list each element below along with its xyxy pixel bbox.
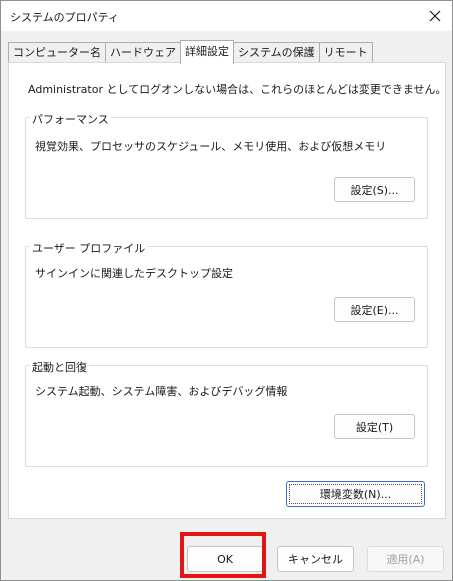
cancel-button[interactable]: キャンセル (277, 546, 354, 572)
performance-settings-button[interactable]: 設定(S)... (334, 177, 415, 202)
startup-recovery-title: 起動と回復 (30, 359, 89, 375)
user-profiles-group: ユーザー プロファイル サインインに関連したデスクトップ設定 設定(E)... (25, 240, 428, 348)
performance-title: パフォーマンス (30, 111, 111, 127)
user-profiles-settings-button[interactable]: 設定(E)... (334, 297, 415, 322)
tab-computer-name[interactable]: コンピューター名 (8, 42, 106, 63)
tab-advanced[interactable]: 詳細設定 (180, 40, 234, 64)
environment-variables-button[interactable]: 環境変数(N)... (286, 481, 425, 507)
user-profiles-title: ユーザー プロファイル (30, 240, 148, 256)
tab-strip: コンピューター名 ハードウェア 詳細設定 システムの保護 リモート (8, 40, 373, 64)
startup-recovery-group: 起動と回復 システム起動、システム障害、およびデバッグ情報 設定(T) (25, 359, 428, 467)
system-properties-window: システムのプロパティ コンピューター名 ハードウェア 詳細設定 システムの保護 … (0, 0, 453, 581)
tab-remote[interactable]: リモート (318, 42, 373, 63)
apply-button[interactable]: 適用(A) (367, 546, 444, 572)
startup-recovery-description: システム起動、システム障害、およびデバッグ情報 (35, 385, 288, 398)
startup-recovery-settings-button[interactable]: 設定(T) (334, 414, 415, 439)
close-button[interactable] (418, 1, 452, 31)
tab-system-protection[interactable]: システムの保護 (233, 42, 320, 63)
close-icon (429, 10, 441, 22)
performance-description: 視覚効果、プロセッサのスケジュール、メモリ使用、および仮想メモリ (35, 140, 387, 153)
window-title: システムのプロパティ (10, 11, 120, 24)
admin-note: Administrator としてログオンしない場合は、これらのほとんどは変更で… (28, 83, 447, 96)
performance-group: パフォーマンス 視覚効果、プロセッサのスケジュール、メモリ使用、および仮想メモリ… (25, 111, 428, 219)
ok-button[interactable]: OK (187, 546, 263, 572)
tab-hardware[interactable]: ハードウェア (105, 42, 181, 63)
title-bar: システムのプロパティ (1, 1, 452, 31)
user-profiles-description: サインインに関連したデスクトップ設定 (35, 267, 233, 280)
